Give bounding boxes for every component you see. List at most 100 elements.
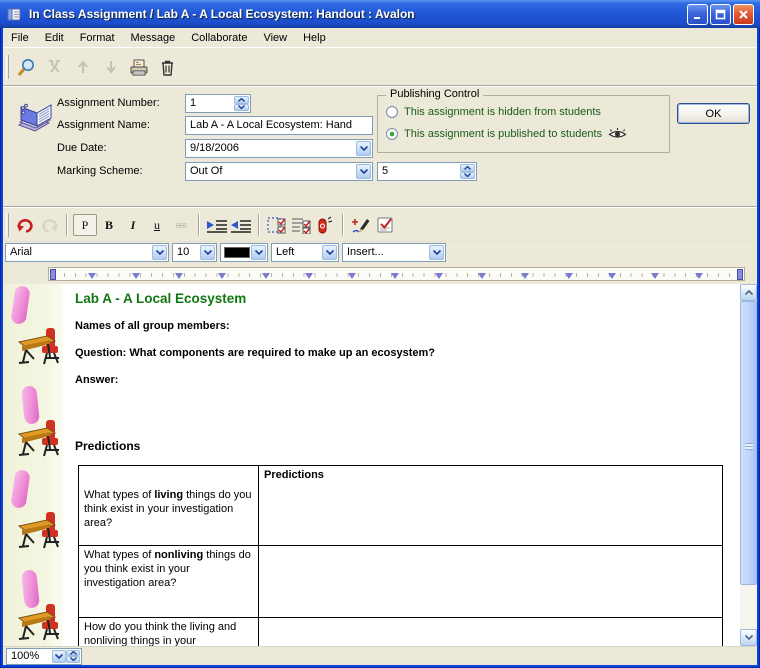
maximize-button[interactable] [710, 4, 731, 25]
ruler-tab-marker[interactable] [348, 273, 356, 279]
insert-dropdown-button[interactable] [429, 245, 444, 260]
scrollbar-thumb[interactable] [740, 301, 757, 585]
document-editing-surface[interactable]: Lab A - A Local Ecosystem Names of all g… [63, 284, 740, 646]
zoom-spin-buttons[interactable] [66, 650, 80, 663]
print-button[interactable] [125, 54, 153, 80]
font-color-select[interactable] [220, 243, 268, 262]
table-header-cell-predictions: Predictions [259, 466, 722, 486]
spin-up-icon[interactable] [460, 164, 475, 172]
previous-button[interactable] [69, 54, 97, 80]
ruler-tab-marker[interactable] [132, 273, 140, 279]
alignment-select[interactable]: Left [271, 243, 339, 262]
vertical-scrollbar[interactable] [740, 284, 757, 646]
font-color-dropdown-button[interactable] [251, 245, 266, 260]
bold-button[interactable]: B [97, 213, 121, 237]
ruler-tab-marker[interactable] [435, 273, 443, 279]
main-toolbar [3, 49, 757, 86]
radio-unselected-icon[interactable] [386, 106, 398, 118]
indent-button[interactable] [205, 213, 229, 237]
table-answer-cell[interactable] [259, 486, 722, 545]
toolbar-grip[interactable] [6, 55, 9, 79]
ruler-tab-marker[interactable] [391, 273, 399, 279]
annotate-pen-button[interactable] [349, 213, 373, 237]
toolbar-separator [342, 214, 344, 236]
marking-scheme-dropdown-button[interactable] [356, 164, 371, 179]
next-button[interactable] [97, 54, 125, 80]
insert-select[interactable]: Insert... [342, 243, 446, 262]
alignment-dropdown-button[interactable] [322, 245, 337, 260]
ruler-tab-marker[interactable] [565, 273, 573, 279]
ruler-tab-marker[interactable] [175, 273, 183, 279]
outdent-button[interactable] [229, 213, 253, 237]
paragraph-style-button[interactable]: P [73, 214, 97, 236]
menu-help[interactable]: Help [295, 29, 334, 47]
ruler-tab-marker[interactable] [262, 273, 270, 279]
chevron-down-icon [156, 250, 164, 255]
radio-selected-icon[interactable] [386, 128, 398, 140]
font-family-dropdown-button[interactable] [152, 245, 167, 260]
zoom-control[interactable]: 100% [6, 648, 82, 665]
strikethrough-button[interactable]: sss [169, 213, 193, 237]
marking-out-of-spin-buttons[interactable] [460, 164, 475, 179]
editor-toolbar-grip[interactable] [6, 213, 9, 237]
spin-up-icon[interactable] [234, 96, 249, 104]
form-checkbox-button[interactable] [373, 213, 397, 237]
font-size-dropdown-button[interactable] [200, 245, 215, 260]
radio-published-label: This assignment is published to students [404, 128, 602, 140]
spin-down-icon[interactable] [234, 104, 249, 112]
menu-bar: File Edit Format Message Collaborate Vie… [3, 28, 757, 48]
ruler-tab-marker[interactable] [218, 273, 226, 279]
assignment-number-stepper[interactable]: 1 [185, 94, 251, 113]
italic-button[interactable]: I [121, 213, 145, 237]
minimize-button[interactable] [687, 4, 708, 25]
scroll-up-button[interactable] [740, 284, 757, 301]
ruler-tab-marker[interactable] [478, 273, 486, 279]
ruler-tab-marker[interactable] [521, 273, 529, 279]
close-button[interactable] [733, 4, 754, 25]
zoom-dropdown-button[interactable] [52, 650, 66, 663]
ok-button[interactable]: OK [677, 103, 750, 124]
ruler-tab-marker[interactable] [695, 273, 703, 279]
right-margin-marker[interactable] [737, 269, 743, 280]
radio-published-option[interactable]: This assignment is published to students [386, 127, 627, 140]
tools-button[interactable] [41, 54, 69, 80]
app-icon[interactable] [6, 6, 23, 22]
radio-hidden-option[interactable]: This assignment is hidden from students [386, 106, 601, 118]
scroll-down-button[interactable] [740, 629, 757, 646]
menu-format[interactable]: Format [72, 29, 123, 47]
insert-number-button[interactable] [313, 213, 337, 237]
marking-scheme-select[interactable]: Out Of [185, 162, 373, 181]
font-size-select[interactable]: 10 [172, 243, 217, 262]
font-size-value: 10 [177, 246, 189, 258]
chevron-down-icon [55, 654, 63, 659]
menu-view[interactable]: View [255, 29, 295, 47]
due-date-dropdown-button[interactable] [356, 141, 371, 156]
table-answer-cell[interactable] [259, 546, 722, 617]
font-family-select[interactable]: Arial [5, 243, 169, 262]
assignment-name-input[interactable]: Lab A - A Local Ecosystem: Hand [185, 116, 373, 135]
desk-clipart [17, 326, 61, 366]
spin-down-icon[interactable] [66, 656, 80, 663]
menu-file[interactable]: File [3, 29, 37, 47]
ruler-tab-marker[interactable] [88, 273, 96, 279]
spin-down-icon[interactable] [460, 172, 475, 180]
checkbox-group-button[interactable] [265, 213, 289, 237]
assignment-number-spin-buttons[interactable] [234, 96, 249, 111]
tools-icon [46, 58, 64, 76]
underline-button[interactable]: u [145, 213, 169, 237]
ruler-tab-marker[interactable] [651, 273, 659, 279]
ruler-tab-marker[interactable] [305, 273, 313, 279]
table-answer-cell[interactable] [259, 618, 722, 646]
menu-message[interactable]: Message [123, 29, 184, 47]
due-date-select[interactable]: 9/18/2006 [185, 139, 373, 158]
left-margin-marker[interactable] [50, 269, 56, 280]
ruler-tab-marker[interactable] [608, 273, 616, 279]
checklist-button[interactable] [289, 213, 313, 237]
marking-out-of-stepper[interactable]: 5 [377, 162, 477, 181]
undo-button[interactable] [13, 213, 37, 237]
search-button[interactable] [13, 54, 41, 80]
menu-edit[interactable]: Edit [37, 29, 72, 47]
delete-button[interactable] [153, 54, 181, 80]
redo-button[interactable] [37, 213, 61, 237]
menu-collaborate[interactable]: Collaborate [183, 29, 255, 47]
